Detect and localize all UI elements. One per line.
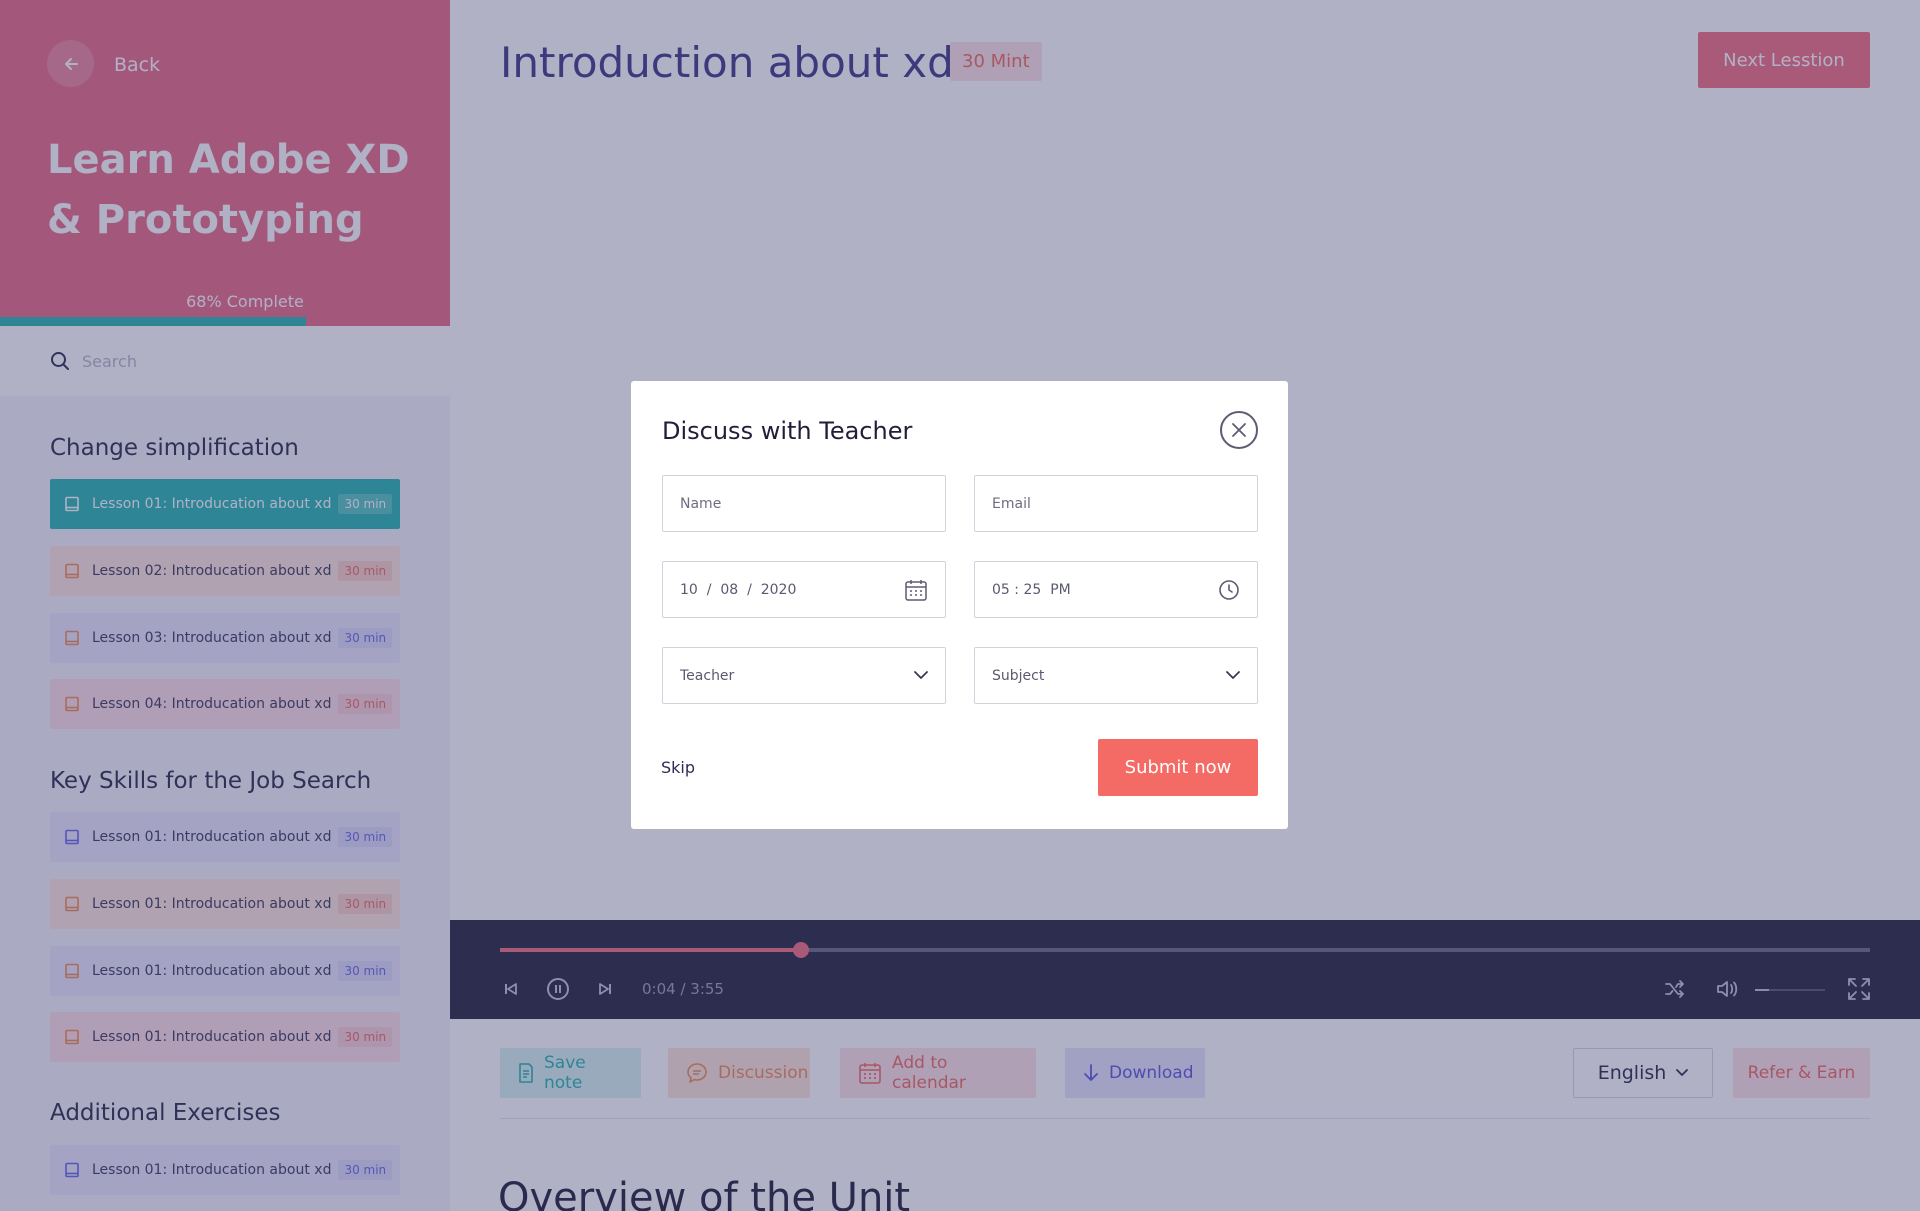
time-period: PM [1050,581,1071,598]
teacher-select[interactable]: Teacher [662,647,946,704]
modal-title: Discuss with Teacher [662,417,913,445]
date-field[interactable]: 10 / 08 / 2020 [662,561,946,618]
close-button[interactable] [1220,411,1258,449]
email-field[interactable] [974,475,1258,532]
chevron-down-icon [1226,671,1240,680]
time-field[interactable]: 05 : 25 PM [974,561,1258,618]
subject-select[interactable]: Subject [974,647,1258,704]
close-icon [1232,423,1246,437]
clock-icon[interactable] [1218,579,1240,601]
name-input[interactable] [680,495,928,512]
name-field[interactable] [662,475,946,532]
discuss-modal: Discuss with Teacher 10 / 08 / 2020 05 :… [631,381,1288,829]
email-input[interactable] [992,495,1240,512]
chevron-down-icon [914,671,928,680]
time-hour: 05 [992,581,1010,598]
time-minute: 25 [1023,581,1042,598]
date-month: 08 [720,581,739,598]
date-year: 2020 [760,581,797,598]
skip-link[interactable]: Skip [661,758,695,777]
time-value: 05 : 25 PM [992,581,1071,598]
subject-select-value: Subject [992,667,1045,684]
date-day: 10 [680,581,698,598]
submit-button[interactable]: Submit now [1098,739,1258,796]
teacher-select-value: Teacher [680,667,735,684]
calendar-icon[interactable] [904,578,928,602]
date-value: 10 / 08 / 2020 [680,581,797,598]
